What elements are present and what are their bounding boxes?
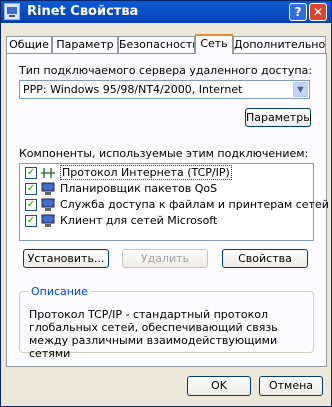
description-text: Протокол TCP/IP - стандартный протокол г… [29,308,278,360]
network-protocol-icon [41,168,55,178]
properties-dialog: Rinet Свойства ? ✕ Общие Параметр Безопа… [0,0,332,407]
component-label: Протокол Интернета (TCP/IP) [60,165,232,180]
tab-strip: Общие Параметр Безопасность Сеть Дополни… [6,34,326,54]
component-label: Клиент для сетей Microsoft [60,214,218,227]
properties-button[interactable]: Свойства [222,249,308,268]
cancel-button[interactable]: Отмена [259,376,323,396]
components-list: ✓ Протокол Интернета (TCP/IP) ✓ Планиров… [19,163,331,241]
server-type-select[interactable]: PPP: Windows 95/98/NT4/2000, Internet ▼ [19,80,310,99]
file-printer-sharing-icon [41,198,55,211]
server-type-value: PPP: Windows 95/98/NT4/2000, Internet [23,83,243,96]
list-item[interactable]: ✓ Клиент для сетей Microsoft [22,214,311,229]
remove-button[interactable]: Удалить [122,249,208,268]
parameters-button[interactable]: Параметры [245,108,312,127]
network-client-icon [41,214,55,227]
help-button[interactable]: ? [289,3,307,21]
description-title: Описание [29,285,90,298]
component-checkbox[interactable]: ✓ [25,167,37,179]
component-checkbox[interactable]: ✓ [25,199,37,211]
network-connection-icon [4,3,20,20]
component-label: Планировщик пакетов QoS [60,182,218,195]
install-button[interactable]: Установить... [23,249,109,268]
tab-advanced[interactable]: Дополнительно [233,36,326,53]
list-item[interactable]: ✓ Планировщик пакетов QoS [22,182,311,197]
close-button[interactable]: ✕ [309,3,327,21]
tab-general[interactable]: Общие [6,36,52,53]
title-bar[interactable]: Rinet Свойства ? ✕ [1,1,331,23]
qos-scheduler-icon [41,182,55,195]
list-item[interactable]: ✓ Протокол Интернета (TCP/IP) [22,165,311,181]
chevron-down-icon[interactable]: ▼ [293,82,308,97]
component-checkbox[interactable]: ✓ [25,215,37,227]
components-label: Компоненты, используемые этим подключени… [19,147,309,160]
component-label: Служба доступа к файлам и принтерам сете… [60,198,331,211]
list-item[interactable]: ✓ Служба доступа к файлам и принтерам се… [22,198,331,213]
window-title: Rinet Свойства [27,4,139,19]
ok-button[interactable]: OK [187,376,251,396]
tab-network[interactable]: Сеть [195,34,233,54]
server-type-label: Тип подключаемого сервера удаленного дос… [19,64,313,77]
component-checkbox[interactable]: ✓ [25,183,37,195]
tab-security[interactable]: Безопасность [118,36,195,53]
tab-options[interactable]: Параметр [52,36,118,53]
